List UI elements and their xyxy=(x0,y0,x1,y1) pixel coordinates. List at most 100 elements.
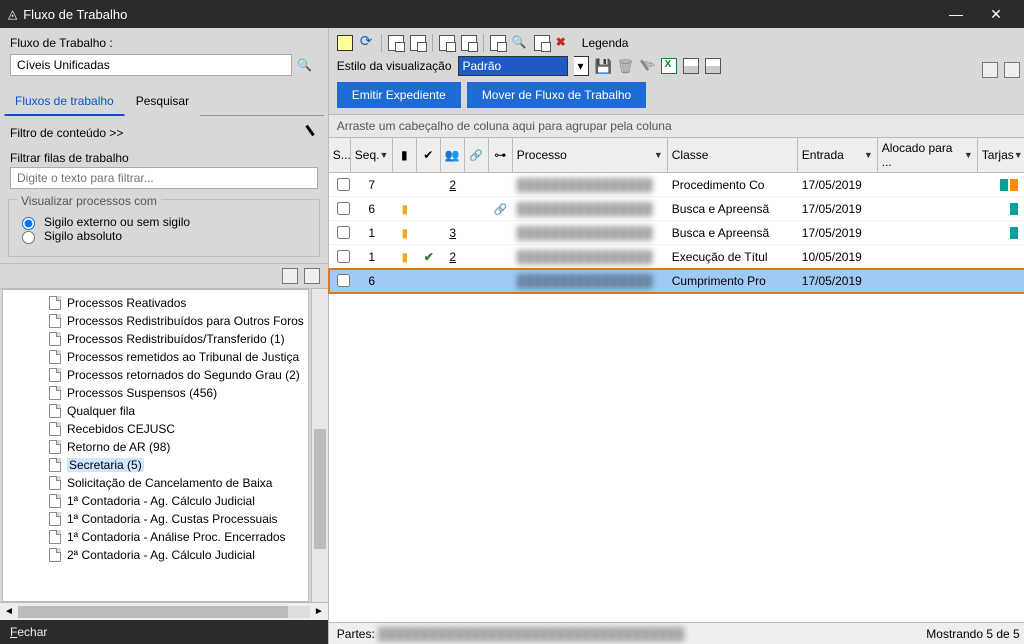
export-excel-icon[interactable] xyxy=(661,58,677,74)
table-row[interactable]: 6▮████████████████Busca e Apreensã17/05/… xyxy=(329,197,1024,221)
doc-icon-3[interactable] xyxy=(439,35,455,51)
emit-expediente-button[interactable]: Emitir Expediente xyxy=(337,82,461,108)
tree-item[interactable]: Processos Reativados xyxy=(3,294,308,312)
radio-sigilo-absoluto-input[interactable] xyxy=(22,231,35,244)
move-workflow-button[interactable]: Mover de Fluxo de Trabalho xyxy=(467,82,646,108)
radio-sigilo-absoluto[interactable]: Sigilo absoluto xyxy=(17,228,311,244)
tree-collapse-icon[interactable] xyxy=(282,268,298,284)
cell-processo: ████████████████ xyxy=(513,248,668,266)
check-header-icon: ✔ xyxy=(423,148,433,162)
row-checkbox[interactable] xyxy=(337,250,350,263)
chevron-down-icon[interactable]: ▼ xyxy=(1014,150,1023,160)
edit-filter-icon[interactable] xyxy=(301,121,320,140)
visual-style-select[interactable]: Padrão xyxy=(458,56,568,76)
doc-icon-6[interactable] xyxy=(534,35,550,51)
tree-horizontal-scrollbar[interactable]: ◄ ► xyxy=(0,602,328,620)
workflow-search-input[interactable] xyxy=(10,54,292,76)
tree-item[interactable]: 1ª Contadoria - Ag. Custas Processuais xyxy=(3,510,308,528)
chevron-down-icon[interactable]: ▼ xyxy=(964,150,973,160)
cell-tarjas xyxy=(978,177,1024,193)
cancel-icon[interactable]: ✖ xyxy=(556,35,572,51)
col-seq[interactable]: Seq.▼ xyxy=(351,138,393,172)
doc-icon-5[interactable] xyxy=(490,35,506,51)
tree-item-label: 1ª Contadoria - Análise Proc. Encerrados xyxy=(67,530,286,544)
tree-item[interactable]: Secretaria (5) xyxy=(3,456,308,474)
table-row[interactable]: 1▮✔2████████████████Execução de Títul10/… xyxy=(329,245,1024,269)
close-window-button[interactable]: ✕ xyxy=(976,6,1016,23)
table-row[interactable]: 72████████████████Procedimento Co17/05/2… xyxy=(329,173,1024,197)
cell-groups[interactable] xyxy=(441,207,465,211)
minimize-button[interactable]: — xyxy=(936,6,976,22)
folder-icon xyxy=(49,404,61,418)
cell-groups[interactable]: 3 xyxy=(441,224,465,242)
tree-item[interactable]: Processos Suspensos (456) xyxy=(3,384,308,402)
search-icon[interactable]: 🔍 xyxy=(292,54,318,76)
tree-item[interactable]: Processos Redistribuídos para Outros For… xyxy=(3,312,308,330)
row-checkbox[interactable] xyxy=(337,274,350,287)
tree-item[interactable]: Recebidos CEJUSC xyxy=(3,420,308,438)
tree-item-label: Processos Redistribuídos para Outros For… xyxy=(67,314,304,328)
scroll-left-icon[interactable]: ◄ xyxy=(0,606,18,617)
col-classe[interactable]: Classe xyxy=(668,138,798,172)
tree-vertical-scrollbar[interactable] xyxy=(311,289,328,602)
col-flag[interactable]: ▮ xyxy=(393,138,417,172)
row-checkbox[interactable] xyxy=(337,202,350,215)
doc-icon-4[interactable] xyxy=(461,35,477,51)
row-checkbox[interactable] xyxy=(337,226,350,239)
filter-header[interactable]: Filtro de conteúdo >> xyxy=(10,126,123,140)
cell-groups[interactable]: 2 xyxy=(441,176,465,194)
top-right-icon-2[interactable] xyxy=(1004,62,1020,78)
tree-item[interactable]: Processos Redistribuídos/Transferido (1) xyxy=(3,330,308,348)
top-right-icon-1[interactable] xyxy=(982,62,998,78)
highlight-icon[interactable] xyxy=(337,35,353,51)
tree-expand-icon[interactable] xyxy=(304,268,320,284)
refresh-icon[interactable] xyxy=(359,35,375,51)
table-row[interactable]: 1▮3████████████████Busca e Apreensã17/05… xyxy=(329,221,1024,245)
doc-icon-2[interactable] xyxy=(410,35,426,51)
workflow-tree[interactable]: Processos Reativados Processos Redistribu… xyxy=(2,289,309,602)
filter-queue-label: Filtrar filas de trabalho xyxy=(10,151,318,165)
col-link[interactable] xyxy=(465,138,489,172)
row-checkbox[interactable] xyxy=(337,178,350,191)
col-conn[interactable]: ⊶ xyxy=(489,138,513,172)
tree-item[interactable]: 1ª Contadoria - Análise Proc. Encerrados xyxy=(3,528,308,546)
doc-icon-1[interactable] xyxy=(388,35,404,51)
tree-item[interactable]: Qualquer fila xyxy=(3,402,308,420)
col-alocado[interactable]: Alocado para ...▼ xyxy=(878,138,978,172)
scroll-right-icon[interactable]: ► xyxy=(310,606,328,617)
filter-queue-input[interactable] xyxy=(10,167,318,189)
visual-style-dropdown-icon[interactable]: ▾ xyxy=(574,56,589,76)
table-row[interactable]: 6████████████████Cumprimento Pro17/05/20… xyxy=(329,269,1024,293)
save-icon[interactable] xyxy=(595,58,611,74)
chevron-down-icon[interactable]: ▼ xyxy=(379,150,388,160)
tree-item[interactable]: 1ª Contadoria - Ag. Cálculo Judicial xyxy=(3,492,308,510)
cell-processo: ████████████████ xyxy=(513,200,668,218)
search-doc-icon[interactable]: 🔍 xyxy=(512,35,528,51)
cell-groups[interactable]: 2 xyxy=(441,248,465,266)
tab-pesquisar[interactable]: Pesquisar xyxy=(125,87,200,116)
col-tarjas[interactable]: Tarjas▼ xyxy=(978,138,1024,172)
col-entrada[interactable]: Entrada▼ xyxy=(798,138,878,172)
tree-item[interactable]: Processos retornados do Segundo Grau (2) xyxy=(3,366,308,384)
col-select-all[interactable]: S... xyxy=(329,138,351,172)
group-by-bar[interactable]: Arraste um cabeçalho de coluna aqui para… xyxy=(329,114,1024,138)
grid-body[interactable]: 72████████████████Procedimento Co17/05/2… xyxy=(329,173,1024,622)
legend-link[interactable]: Legenda xyxy=(582,36,629,50)
columns-icon[interactable] xyxy=(683,58,699,74)
radio-sigilo-externo-input[interactable] xyxy=(22,217,35,230)
col-processo[interactable]: Processo▼ xyxy=(513,138,668,172)
col-check[interactable]: ✔ xyxy=(417,138,441,172)
cell-groups[interactable] xyxy=(441,279,465,283)
layout-icon[interactable] xyxy=(705,58,721,74)
col-groups[interactable]: 👥 xyxy=(441,138,465,172)
chevron-down-icon[interactable]: ▼ xyxy=(864,150,873,160)
tree-item[interactable]: Solicitação de Cancelamento de Baixa xyxy=(3,474,308,492)
folder-icon xyxy=(49,494,61,508)
chevron-down-icon[interactable]: ▼ xyxy=(654,150,663,160)
tree-item[interactable]: 2ª Contadoria - Ag. Cálculo Judicial xyxy=(3,546,308,564)
tree-item[interactable]: Retorno de AR (98) xyxy=(3,438,308,456)
tab-fluxos[interactable]: Fluxos de trabalho xyxy=(4,87,125,116)
tree-item[interactable]: Processos remetidos ao Tribunal de Justi… xyxy=(3,348,308,366)
close-bar[interactable]: Fechar xyxy=(0,620,328,644)
tree-item-label: Secretaria (5) xyxy=(67,458,144,472)
